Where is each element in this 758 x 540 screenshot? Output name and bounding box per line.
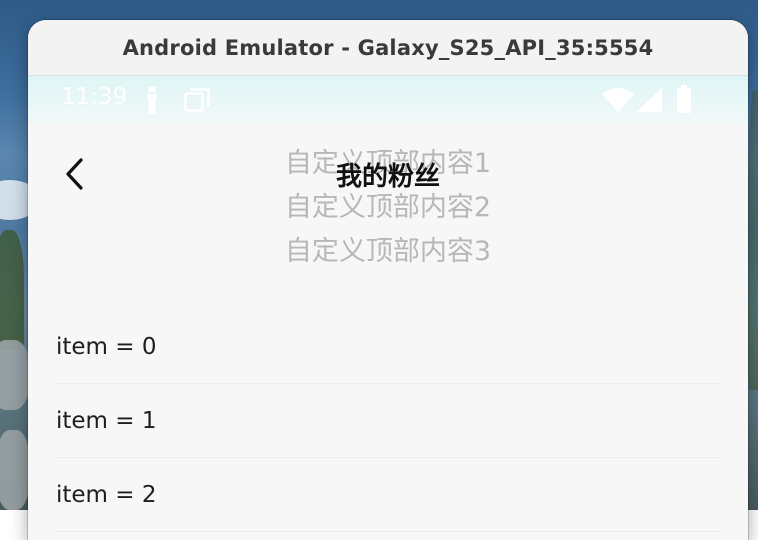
status-time: 11:39	[61, 84, 128, 110]
battery-icon	[676, 85, 692, 117]
emulator-window: Android Emulator - Galaxy_S25_API_35:555…	[28, 20, 748, 540]
person-icon	[144, 86, 160, 118]
list-item[interactable]: item = 2	[56, 458, 720, 532]
wallpaper-tree	[748, 90, 758, 390]
custom-header-line-3: 自定义顶部内容3	[284, 236, 492, 267]
list-item-label: item = 1	[56, 407, 157, 434]
list-item-label: item = 2	[56, 481, 157, 508]
window-titlebar[interactable]: Android Emulator - Galaxy_S25_API_35:555…	[28, 20, 748, 76]
wifi-icon	[602, 88, 634, 116]
wallpaper-tree	[0, 230, 24, 350]
page-title: 我的粉丝	[335, 162, 440, 192]
signal-icon	[636, 88, 662, 116]
fans-list[interactable]: item = 0 item = 1 item = 2	[56, 310, 720, 532]
list-item[interactable]: item = 0	[56, 310, 720, 384]
screenshot-icon	[184, 88, 210, 116]
wallpaper-rock	[0, 430, 30, 510]
list-item-label: item = 0	[56, 333, 157, 360]
list-item[interactable]: item = 1	[56, 384, 720, 458]
status-bar: 11:39	[28, 76, 748, 124]
window-title: Android Emulator - Galaxy_S25_API_35:555…	[122, 35, 654, 60]
app-bar: 自定义顶部内容1 自定义顶部内容2 自定义顶部内容3 我的粉丝	[28, 124, 748, 300]
wallpaper-rock	[0, 340, 30, 410]
device-screen[interactable]: 11:39 自定义顶部内容1 自定义顶部内容2 自定义顶部内容3 我的粉丝 it…	[28, 76, 748, 540]
